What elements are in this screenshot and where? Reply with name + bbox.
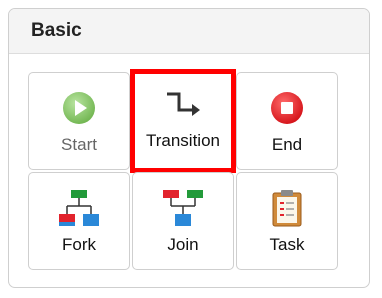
task-tool-label: Task: [269, 235, 305, 254]
start-tool-button[interactable]: Start: [28, 72, 130, 170]
play-circle-icon: [29, 89, 129, 127]
start-tool-label: Start: [61, 135, 97, 154]
join-tool-button[interactable]: Join: [132, 172, 234, 270]
fork-icon: [29, 189, 129, 227]
task-tool-button[interactable]: Task: [236, 172, 338, 270]
fork-tool-button[interactable]: Fork: [28, 172, 130, 270]
fork-tool-label: Fork: [62, 235, 96, 254]
join-tool-label: Join: [167, 235, 199, 254]
transition-tool-button[interactable]: Transition: [130, 69, 236, 173]
clipboard-task-icon: [237, 189, 337, 227]
stop-circle-icon: [237, 89, 337, 127]
panel-title: Basic: [31, 20, 82, 41]
end-tool-label: End: [271, 135, 303, 154]
panel-header: Basic: [9, 9, 369, 54]
transition-tool-label: Transition: [145, 131, 220, 150]
end-tool-button[interactable]: End: [236, 72, 338, 170]
join-icon: [133, 189, 233, 227]
transition-arrow-icon: [135, 85, 231, 123]
